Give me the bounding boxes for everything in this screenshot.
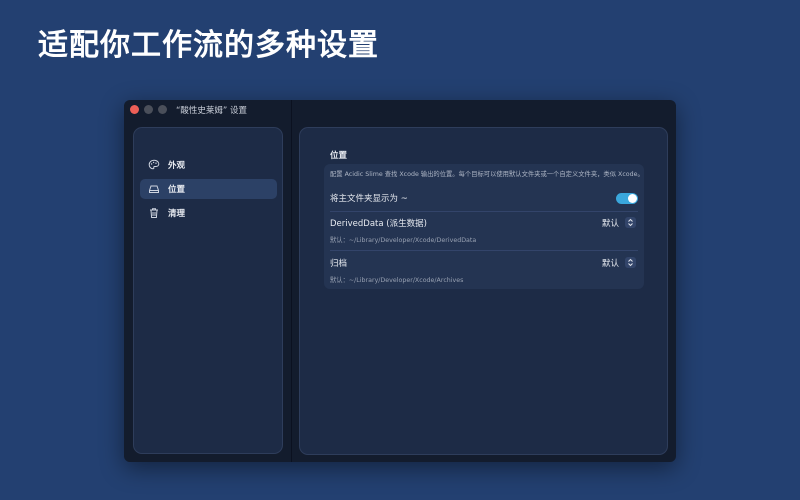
drive-icon [148, 183, 160, 195]
sidebar-item-label: 外观 [168, 161, 186, 171]
title-bar: “酸性史莱姆” 设置 [124, 100, 292, 122]
sidebar-item-label: 位置 [168, 185, 186, 195]
archives-select[interactable]: 默认 [602, 256, 636, 269]
section-title: 位置 [330, 151, 348, 161]
content-panel: 位置 配置 Acidic Slime 查找 Xcode 输出的位置。每个目标可以… [299, 127, 668, 455]
row-divider [330, 211, 638, 212]
derived-data-label: DerivedData (派生数据) [330, 219, 427, 229]
palette-icon [148, 159, 160, 171]
chevron-up-down-icon [625, 217, 636, 228]
select-value: 默认 [601, 218, 619, 229]
select-value: 默认 [601, 258, 619, 269]
zoom-window-button[interactable] [158, 105, 167, 114]
locations-group: 配置 Acidic Slime 查找 Xcode 输出的位置。每个目标可以使用默… [324, 164, 644, 289]
derived-data-select[interactable]: 默认 [602, 216, 636, 229]
sidebar-item-cleanup[interactable]: 清理 [140, 203, 277, 223]
group-description: 配置 Acidic Slime 查找 Xcode 输出的位置。每个目标可以使用默… [330, 171, 640, 178]
derived-data-default-path: 默认：~/Library/Developer/Xcode/DerivedData [330, 237, 477, 244]
sidebar-item-locations[interactable]: 位置 [140, 179, 277, 199]
chevron-up-down-icon [625, 257, 636, 268]
archives-default-path: 默认：~/Library/Developer/Xcode/Archives [330, 277, 464, 284]
sidebar: 外观 位置 清理 [133, 127, 283, 454]
sidebar-item-appearance[interactable]: 外观 [140, 155, 277, 175]
minimize-window-button[interactable] [144, 105, 153, 114]
close-window-button[interactable] [130, 105, 139, 114]
settings-window: “酸性史莱姆” 设置 外观 位置 清理 位置 配置 Acidic Slime 查… [124, 100, 676, 462]
toggle-knob [628, 194, 637, 203]
sidebar-item-label: 清理 [168, 209, 186, 219]
row-divider [330, 250, 638, 251]
trash-icon [148, 207, 160, 219]
sidebar-divider [291, 100, 292, 462]
page-headline: 适配你工作流的多种设置 [38, 28, 379, 63]
window-title: “酸性史莱姆” 设置 [176, 106, 248, 116]
show-home-as-tilde-toggle[interactable] [616, 193, 638, 204]
show-home-as-tilde-label: 将主文件夹显示为 ~ [330, 194, 408, 204]
archives-label: 归档 [330, 259, 348, 269]
